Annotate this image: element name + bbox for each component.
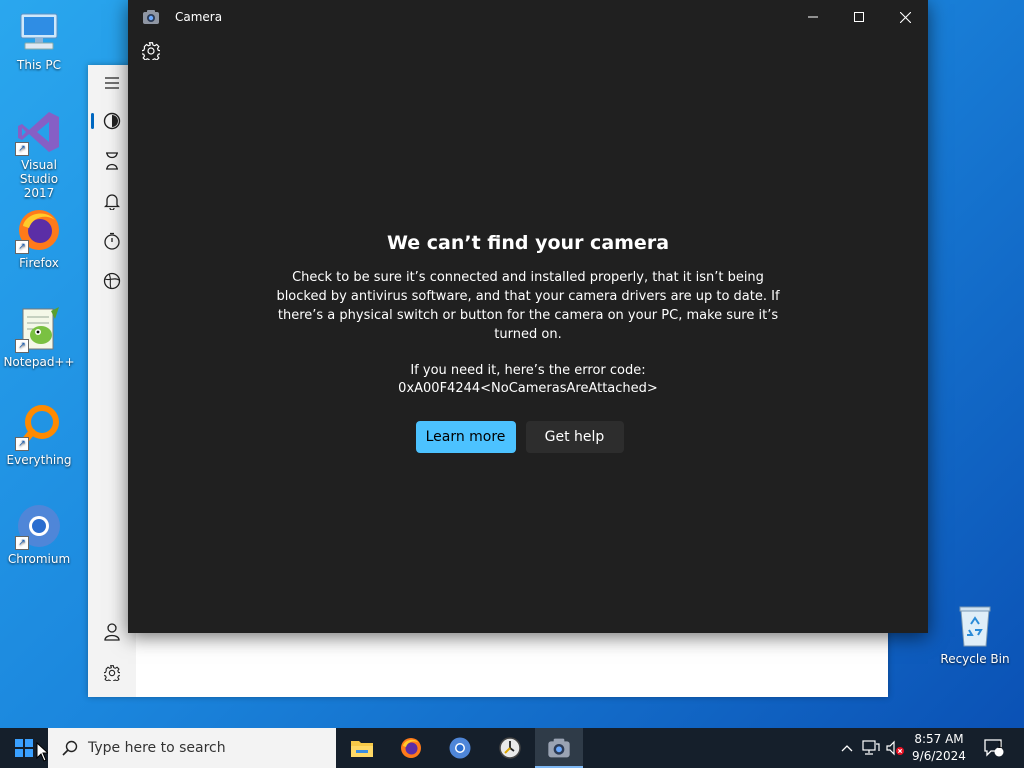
learn-more-button[interactable]: Learn more bbox=[415, 421, 516, 453]
desktop-icon-this-pc[interactable]: This PC bbox=[0, 8, 81, 72]
notepadpp-icon: ↗ bbox=[15, 305, 63, 353]
settings-gear-icon[interactable] bbox=[100, 661, 124, 685]
taskbar-firefox[interactable] bbox=[387, 728, 435, 768]
maximize-button[interactable] bbox=[836, 0, 882, 34]
close-button[interactable] bbox=[882, 0, 928, 34]
desktop-icon-label: Everything bbox=[6, 453, 72, 467]
clock-time: 8:57 AM bbox=[914, 732, 964, 746]
desktop-icon-firefox[interactable]: ↗ Firefox bbox=[0, 206, 81, 270]
desktop-icon-label: Chromium bbox=[7, 552, 71, 566]
taskbar-file-explorer[interactable] bbox=[338, 728, 386, 768]
desktop-icon-label: Visual Studio 2017 bbox=[19, 158, 59, 200]
error-code-intro: If you need it, here’s the error code: bbox=[410, 363, 646, 378]
account-person-icon[interactable] bbox=[100, 620, 124, 644]
computer-icon bbox=[15, 8, 63, 56]
error-message-panel: We can’t find your camera Check to be su… bbox=[128, 232, 928, 453]
folder-icon bbox=[351, 741, 373, 757]
network-icon[interactable] bbox=[860, 728, 882, 768]
hamburger-menu-icon[interactable] bbox=[100, 71, 124, 95]
taskbar-clock-app[interactable] bbox=[486, 728, 534, 768]
desktop-icon-everything[interactable]: ↗ Everything bbox=[0, 403, 81, 467]
camera-window[interactable]: Camera We can’t find your camera Check t… bbox=[128, 0, 928, 633]
stopwatch-icon[interactable] bbox=[100, 229, 124, 253]
desktop-icon-visual-studio[interactable]: ↗ Visual Studio 2017 bbox=[0, 108, 81, 200]
camera-settings-gear-icon[interactable] bbox=[140, 42, 162, 63]
recycle-bin-icon bbox=[951, 602, 999, 650]
everything-search-icon: ↗ bbox=[15, 403, 63, 451]
camera-app-icon bbox=[142, 9, 160, 29]
title-bar[interactable]: Camera bbox=[128, 0, 928, 34]
timer-hourglass-icon[interactable] bbox=[100, 149, 124, 173]
chromium-icon: ↗ bbox=[15, 502, 63, 550]
desktop-icon-label: Recycle Bin bbox=[940, 652, 1010, 666]
mouse-cursor-icon bbox=[36, 741, 50, 766]
shortcut-arrow-icon: ↗ bbox=[15, 339, 29, 353]
show-hidden-icons-chevron-icon[interactable] bbox=[837, 728, 857, 768]
action-center-notifications-icon[interactable]: 1 bbox=[980, 728, 1008, 768]
alarm-clock-icon bbox=[499, 737, 521, 759]
firefox-icon bbox=[401, 738, 421, 758]
nav-selection-indicator bbox=[91, 113, 94, 129]
desktop-icon-chromium[interactable]: ↗ Chromium bbox=[0, 502, 81, 566]
minimize-button[interactable] bbox=[790, 0, 836, 34]
error-code-block: If you need it, here’s the error code: 0… bbox=[128, 362, 928, 398]
clock-date: 9/6/2024 bbox=[912, 749, 966, 763]
alarm-bell-icon[interactable] bbox=[100, 189, 124, 213]
error-code: 0xA00F4244<NoCamerasAreAttached> bbox=[398, 381, 658, 396]
desktop-icon-label: This PC bbox=[17, 58, 61, 72]
shortcut-arrow-icon: ↗ bbox=[15, 142, 29, 156]
taskbar-chromium[interactable] bbox=[436, 728, 484, 768]
firefox-icon: ↗ bbox=[15, 206, 63, 254]
desktop-icon-notepadpp[interactable]: ↗ Notepad++ bbox=[0, 305, 81, 369]
taskbar-camera[interactable] bbox=[535, 728, 583, 768]
window-title: Camera bbox=[175, 10, 223, 24]
desktop-icon-label: Firefox bbox=[19, 256, 59, 270]
get-help-button[interactable]: Get help bbox=[525, 421, 624, 453]
notification-count-badge: 1 bbox=[997, 741, 1003, 751]
taskbar-search-box[interactable]: Type here to search bbox=[48, 728, 336, 768]
shortcut-arrow-icon: ↗ bbox=[15, 240, 29, 254]
camera-icon bbox=[548, 738, 570, 758]
volume-muted-icon[interactable] bbox=[884, 728, 906, 768]
desktop-icon-recycle-bin[interactable]: Recycle Bin bbox=[933, 602, 1017, 666]
error-description: Check to be sure it’s connected and inst… bbox=[276, 270, 780, 342]
world-clock-globe-icon[interactable] bbox=[100, 269, 124, 293]
windows-logo-icon bbox=[15, 739, 33, 757]
shortcut-arrow-icon: ↗ bbox=[15, 536, 29, 550]
chromium-icon bbox=[449, 737, 471, 759]
desktop-icon-label: Notepad++ bbox=[3, 355, 75, 369]
taskbar: Type here to search 8:57 AM 9/6/2024 1 bbox=[0, 728, 1024, 768]
focus-sessions-icon[interactable] bbox=[100, 109, 124, 133]
search-icon bbox=[62, 740, 78, 756]
visual-studio-icon: ↗ bbox=[15, 108, 63, 156]
action-buttons: Learn more Get help bbox=[128, 421, 928, 453]
error-heading: We can’t find your camera bbox=[386, 232, 670, 254]
shortcut-arrow-icon: ↗ bbox=[15, 437, 29, 451]
taskbar-clock[interactable]: 8:57 AM 9/6/2024 bbox=[907, 731, 971, 765]
search-placeholder: Type here to search bbox=[88, 740, 226, 756]
